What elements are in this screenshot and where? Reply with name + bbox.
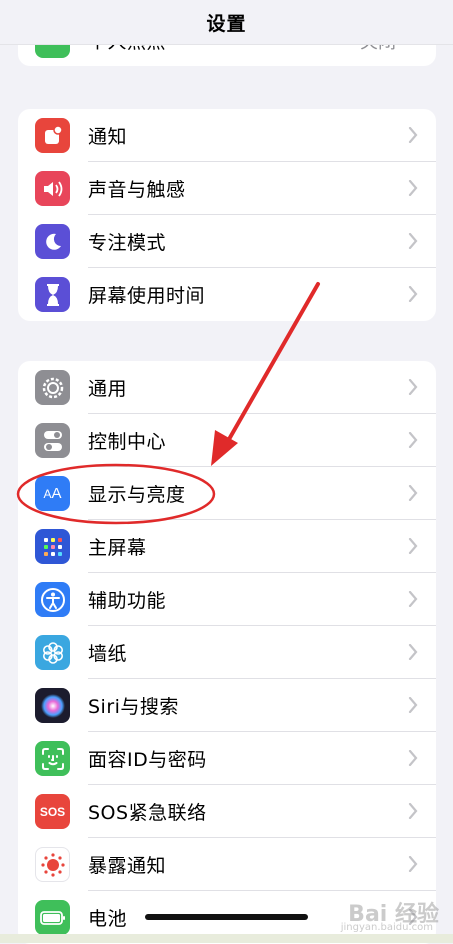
annotation-overlay <box>16 282 320 525</box>
annotation-ellipse <box>16 463 216 525</box>
annotation-arrow-shaft <box>222 282 320 450</box>
annotation-arrow-head <box>211 430 238 466</box>
